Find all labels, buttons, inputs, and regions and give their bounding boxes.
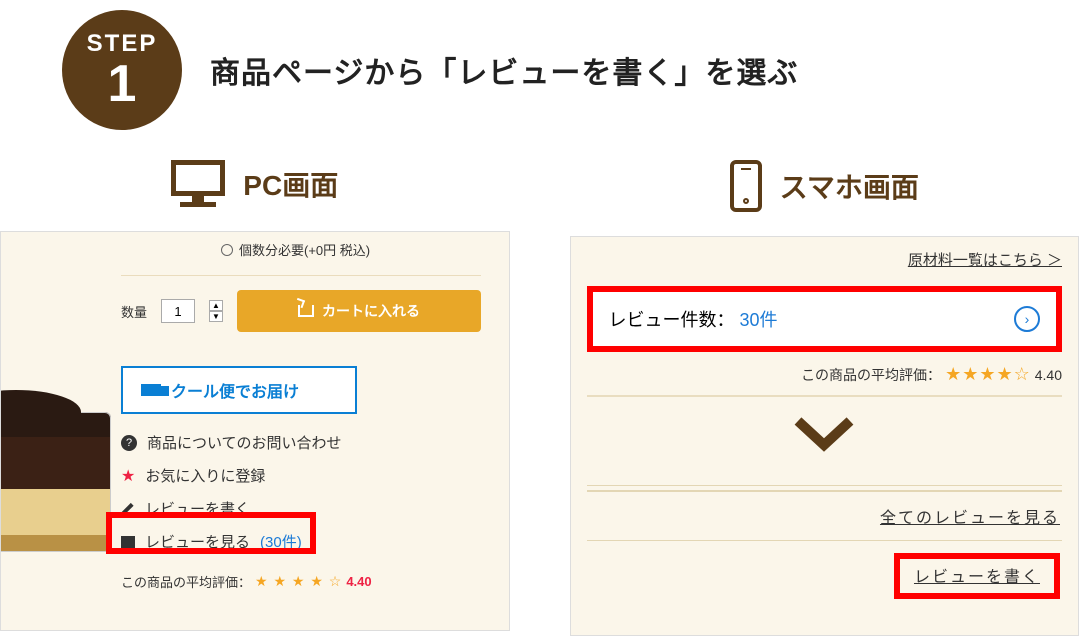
review-count-label: レビュー件数： xyxy=(609,310,735,330)
inquiry-label: 商品についてのお問い合わせ xyxy=(147,432,342,453)
add-to-cart-button[interactable]: カートに入れる xyxy=(237,290,481,332)
question-icon: ? xyxy=(121,435,137,451)
chevron-right-icon: › xyxy=(1014,306,1040,332)
option-row[interactable]: 個数分必要(+0円 税込) xyxy=(121,234,481,275)
pc-screenshot-panel: 個数分必要(+0円 税込) 数量 1 ▲ ▼ カートに入れる xyxy=(0,231,510,631)
qty-label: 数量 xyxy=(121,302,147,321)
inquiry-link[interactable]: ? 商品についてのお問い合わせ xyxy=(121,432,481,453)
view-reviews-count: (30件) xyxy=(260,531,302,552)
view-reviews-label: レビューを見る xyxy=(145,531,250,552)
product-image xyxy=(0,412,111,552)
pc-heading: PC画面 xyxy=(0,160,510,207)
step-title: 商品ページから「レビューを書く」を選ぶ xyxy=(210,48,798,92)
write-review-label: レビューを書く xyxy=(145,498,250,519)
step-badge: STEP 1 xyxy=(62,10,182,130)
qty-stepper[interactable]: ▲ ▼ xyxy=(209,300,223,322)
sp-avg-label: この商品の平均評価： xyxy=(801,365,941,385)
write-review-link[interactable]: レビューを書く xyxy=(121,498,481,519)
add-to-cart-label: カートに入れる xyxy=(322,301,420,321)
avg-rating-row: この商品の平均評価： ★ ★ ★ ★ ☆ 4.40 xyxy=(121,572,481,591)
favorite-link[interactable]: ★ お気に入りに登録 xyxy=(121,465,481,486)
sp-write-review-link[interactable]: レビューを書く xyxy=(914,569,1040,586)
sp-screenshot-panel: 原材料一覧はこちら ＞ レビュー件数： 30件 › この商品の平均評価： ★★★… xyxy=(570,236,1080,636)
highlight-box: レビューを書く xyxy=(894,553,1060,599)
chevron-down-icon xyxy=(792,415,856,455)
cool-delivery-badge: クール便でお届け xyxy=(121,366,357,414)
step-number: 1 xyxy=(108,58,137,110)
sp-avg-rating-row: この商品の平均評価： ★★★★☆ 4.40 xyxy=(587,364,1063,397)
review-count-box[interactable]: レビュー件数： 30件 › xyxy=(587,286,1063,352)
radio-icon[interactable] xyxy=(221,244,233,256)
sp-heading: スマホ画面 xyxy=(570,160,1080,212)
truck-icon xyxy=(141,384,161,396)
favorite-label: お気に入りに登録 xyxy=(145,465,265,486)
qty-down-icon[interactable]: ▼ xyxy=(209,311,223,322)
option-label: 個数分必要(+0円 税込) xyxy=(239,240,370,259)
qty-up-icon[interactable]: ▲ xyxy=(209,300,223,311)
step-label: STEP xyxy=(87,30,158,58)
avg-label: この商品の平均評価： xyxy=(121,572,251,591)
review-count-value: 30件 xyxy=(740,310,778,330)
pencil-icon xyxy=(121,502,135,516)
cart-icon xyxy=(298,305,314,317)
star-icon: ★ xyxy=(121,466,135,486)
sp-heading-label: スマホ画面 xyxy=(780,166,919,206)
ingredients-link[interactable]: 原材料一覧はこちら ＞ xyxy=(908,252,1062,269)
cool-delivery-label: クール便でお届け xyxy=(171,378,299,402)
view-reviews-link[interactable]: レビューを見る (30件) xyxy=(121,531,481,552)
monitor-icon xyxy=(171,160,225,207)
stars-icon: ★ ★ ★ ★ ☆ xyxy=(255,573,342,590)
smartphone-icon xyxy=(730,160,762,212)
pc-heading-label: PC画面 xyxy=(243,164,338,204)
sp-avg-value: 4.40 xyxy=(1035,367,1062,383)
list-icon xyxy=(121,536,135,548)
view-all-reviews-link[interactable]: 全てのレビューを見る xyxy=(880,510,1060,527)
sp-stars-icon: ★★★★☆ xyxy=(945,364,1031,385)
qty-input[interactable]: 1 xyxy=(161,299,195,323)
avg-value: 4.40 xyxy=(346,574,371,589)
